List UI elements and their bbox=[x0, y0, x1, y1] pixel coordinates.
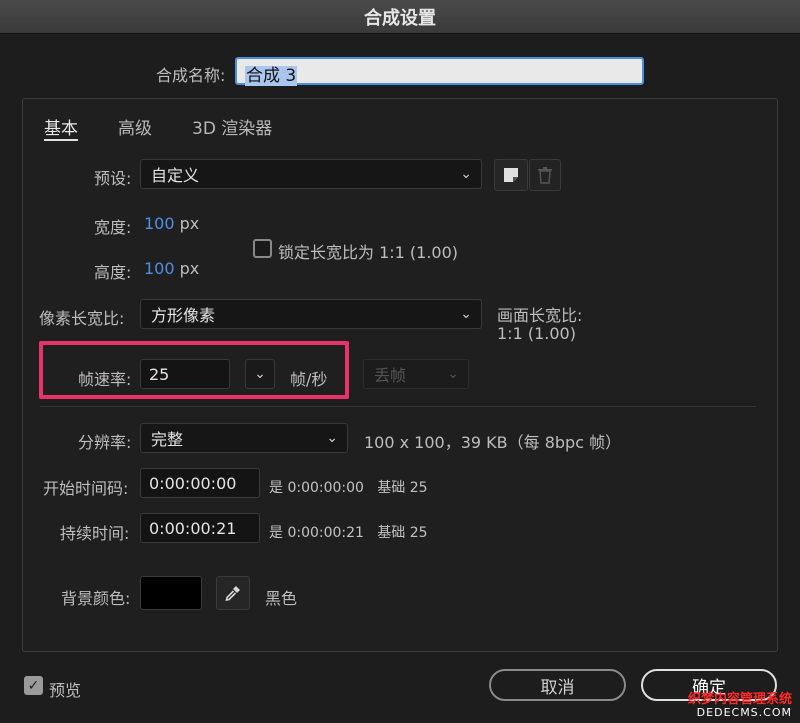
new-preset-icon bbox=[504, 168, 518, 182]
duration-info: 是 0:00:00:21 基础 25 bbox=[269, 522, 428, 542]
start-timecode-info: 是 0:00:00:00 基础 25 bbox=[269, 477, 428, 497]
height-unit: px bbox=[179, 259, 200, 278]
tab-basic[interactable]: 基本 bbox=[44, 114, 78, 139]
title-bar: 合成设置 bbox=[0, 0, 800, 34]
chevron-down-icon: ⌄ bbox=[447, 366, 459, 382]
drop-frame-value: 丢帧 bbox=[374, 366, 407, 385]
duration-equiv: 是 0:00:00:21 bbox=[269, 525, 364, 541]
chevron-down-icon: ⌄ bbox=[460, 306, 472, 322]
bg-color-label: 背景颜色: bbox=[61, 589, 131, 608]
frame-rate-input[interactable]: 25 bbox=[140, 359, 230, 389]
window-title: 合成设置 bbox=[364, 7, 436, 29]
preset-label: 预设: bbox=[94, 169, 132, 188]
preset-select[interactable]: 自定义 ⌄ bbox=[140, 159, 482, 189]
new-preset-button[interactable] bbox=[494, 159, 528, 191]
width-label: 宽度: bbox=[94, 218, 132, 237]
comp-name-value: 合成 3 bbox=[245, 66, 298, 86]
cancel-button-label: 取消 bbox=[540, 677, 575, 698]
watermark-line1: 织梦内容管理系统 bbox=[687, 691, 792, 707]
delete-preset-button[interactable] bbox=[529, 159, 561, 191]
resolution-select[interactable]: 完整 ⌄ bbox=[140, 423, 348, 453]
width-unit: px bbox=[179, 214, 200, 233]
start-timecode-value: 0:00:00:00 bbox=[149, 473, 237, 493]
resolution-info: 100 x 100，39 KB（每 8bpc 帧） bbox=[364, 433, 622, 452]
frame-aspect-label: 画面长宽比: bbox=[497, 306, 583, 325]
bg-color-swatch[interactable] bbox=[140, 576, 202, 610]
frame-rate-dropdown[interactable]: ⌄ bbox=[245, 359, 275, 389]
tab-3d-renderer[interactable]: 3D 渲染器 bbox=[192, 114, 272, 139]
chevron-down-icon: ⌄ bbox=[254, 366, 266, 382]
width-value: 100 bbox=[144, 214, 175, 233]
duration-label: 持续时间: bbox=[60, 524, 130, 543]
start-timecode-equiv: 是 0:00:00:00 bbox=[269, 480, 364, 496]
start-timecode-base: 基础 25 bbox=[377, 480, 428, 496]
frame-rate-unit: 帧/秒 bbox=[290, 370, 328, 389]
comp-name-input[interactable]: 合成 3 bbox=[235, 57, 644, 86]
tab-advanced[interactable]: 高级 bbox=[118, 114, 152, 139]
lock-aspect-checkbox[interactable] bbox=[253, 239, 272, 258]
trash-icon bbox=[538, 167, 552, 184]
resolution-label: 分辨率: bbox=[78, 433, 132, 452]
chevron-down-icon: ⌄ bbox=[460, 166, 472, 182]
pixel-aspect-label: 像素长宽比: bbox=[39, 309, 125, 328]
width-field[interactable]: 100 px bbox=[144, 214, 199, 233]
duration-value: 0:00:00:21 bbox=[149, 518, 237, 538]
eyedropper-button[interactable] bbox=[216, 576, 250, 610]
preset-value: 自定义 bbox=[151, 166, 200, 185]
height-label: 高度: bbox=[94, 263, 132, 282]
checkmark-icon: ✓ bbox=[27, 677, 40, 694]
frame-rate-label: 帧速率: bbox=[78, 370, 132, 389]
eyedropper-icon bbox=[225, 586, 240, 602]
chevron-down-icon: ⌄ bbox=[326, 430, 338, 446]
watermark: 织梦内容管理系统 DEDECMS.COM bbox=[687, 691, 792, 719]
duration-input[interactable]: 0:00:00:21 bbox=[140, 513, 260, 543]
duration-base: 基础 25 bbox=[377, 525, 428, 541]
height-value: 100 bbox=[144, 259, 175, 278]
frame-rate-value: 25 bbox=[149, 364, 170, 384]
frame-aspect-value: 1:1 (1.00) bbox=[497, 324, 576, 343]
drop-frame-select[interactable]: 丢帧 ⌄ bbox=[363, 359, 469, 389]
pixel-aspect-value: 方形像素 bbox=[151, 306, 216, 325]
preview-label: 预览 bbox=[49, 681, 82, 700]
resolution-value: 完整 bbox=[151, 430, 184, 449]
height-field[interactable]: 100 px bbox=[144, 259, 199, 278]
bg-color-name: 黑色 bbox=[265, 589, 298, 608]
pixel-aspect-select[interactable]: 方形像素 ⌄ bbox=[140, 299, 482, 329]
section-divider bbox=[40, 406, 756, 407]
lock-aspect-label: 锁定长宽比为 1:1 (1.00) bbox=[278, 243, 459, 262]
start-timecode-label: 开始时间码: bbox=[43, 479, 129, 498]
preview-checkbox[interactable]: ✓ bbox=[24, 676, 43, 695]
active-tab-indicator bbox=[44, 139, 78, 141]
cancel-button[interactable]: 取消 bbox=[489, 669, 626, 701]
watermark-line2: DEDECMS.COM bbox=[696, 705, 792, 719]
start-timecode-input[interactable]: 0:00:00:00 bbox=[140, 468, 260, 498]
comp-name-label: 合成名称: bbox=[156, 66, 226, 85]
